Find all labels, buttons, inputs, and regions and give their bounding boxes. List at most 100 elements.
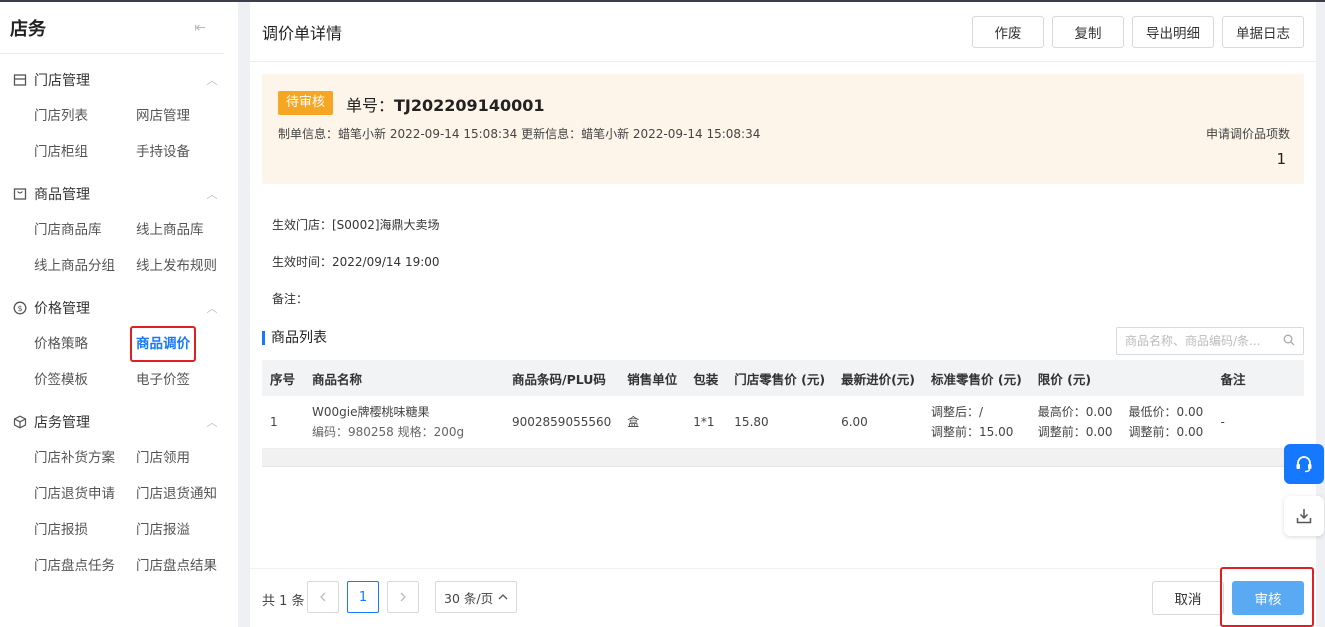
copy-button[interactable]: 复制 [1052, 15, 1124, 48]
goods-search-input[interactable] [1125, 334, 1283, 348]
headset-icon [1296, 456, 1312, 473]
customer-service-button[interactable] [1284, 444, 1324, 484]
sidebar-group-label: 价格管理 [34, 301, 90, 317]
remark: 备注： [272, 292, 309, 306]
page-number-current[interactable]: 1 [347, 581, 379, 613]
order-number: 单号：TJ202209140001 [346, 92, 544, 116]
col-header [1120, 360, 1213, 396]
sidebar-item-handheld[interactable]: 手持设备 [136, 142, 246, 162]
col-header: 包装 [685, 360, 727, 396]
detail-panel: 调价单详情 作废 复制 导出明细 单据日志 待审核 单号：TJ202209140… [250, 2, 1316, 627]
goods-list-title: 商品列表 [262, 331, 327, 345]
sidebar-item-requisition[interactable]: 门店领用 [136, 448, 246, 468]
table-horizontal-scrollbar[interactable] [262, 449, 1304, 467]
cell-store-price: 15.80 [726, 396, 834, 449]
sidebar-item-counter-group[interactable]: 门店柜组 [34, 142, 136, 162]
goods-code-spec: 编码：980258 规格：200g [312, 425, 465, 440]
sidebar-item-online-goods[interactable]: 线上商品库 [136, 220, 246, 240]
order-summary-banner: 待审核 单号：TJ202209140001 制单信息：蜡笔小新 2022-09-… [262, 74, 1304, 184]
col-header: 备注 [1212, 360, 1304, 396]
order-number-label: 单号： [346, 96, 395, 115]
sidebar-item-price-strategy[interactable]: 价格策略 [34, 334, 136, 354]
chevron-up-icon [498, 594, 508, 600]
cell-std-price: 调整后：/ 调整前：15.00 [923, 396, 1030, 449]
sidebar-group-price: $ 价格管理 ︿ 价格策略 商品调价 价签模板 电子价签 [0, 276, 238, 390]
approve-button[interactable]: 审核 [1232, 581, 1304, 615]
max-price-after: 最高价：0.00 [1037, 405, 1113, 420]
chevron-left-icon [320, 592, 326, 602]
sidebar-group-head-ops[interactable]: 店务管理 ︿ [0, 410, 238, 434]
cube-icon [12, 414, 28, 430]
std-price-before: 调整前：15.00 [931, 425, 1014, 440]
next-page-button[interactable] [387, 581, 419, 613]
goods-search-box[interactable] [1116, 327, 1304, 355]
sidebar-item-overflow[interactable]: 门店报溢 [136, 520, 246, 540]
download-icon [1296, 509, 1312, 524]
cell-no: 1 [262, 396, 304, 449]
sidebar-item-store-goods[interactable]: 门店商品库 [34, 220, 136, 240]
col-header: 序号 [262, 360, 304, 396]
total-count: 共 1 条 [262, 594, 305, 609]
sidebar-group-goods: 商品管理 ︿ 门店商品库 线上商品库 线上商品分组 线上发布规则 [0, 162, 238, 276]
effective-store: 生效门店：[S0002]海鼎大卖场 [272, 218, 440, 232]
sidebar-title: 店务 [10, 18, 46, 40]
cell-min-price: 最低价：0.00 调整前：0.00 [1120, 396, 1213, 449]
sidebar-item-price-adjust[interactable]: 商品调价 [130, 326, 246, 362]
void-button[interactable]: 作废 [972, 15, 1044, 48]
sidebar-item-publish-rules[interactable]: 线上发布规则 [136, 256, 246, 276]
sidebar-item-online-store[interactable]: 网店管理 [136, 106, 246, 126]
prev-page-button[interactable] [307, 581, 339, 613]
item-count-label: 申请调价品项数 [1205, 127, 1290, 141]
sidebar-group-head-goods[interactable]: 商品管理 ︿ [0, 182, 238, 206]
cell-last-cost: 6.00 [833, 396, 924, 449]
cell-unit: 盒 [619, 396, 686, 449]
table-row: 1 W00gie牌樱桃味糖果 编码：980258 规格：200g 9002859… [262, 396, 1304, 449]
cell-barcode: 9002859055560 [504, 396, 620, 449]
price-icon: $ [12, 300, 28, 316]
col-header: 销售单位 [619, 360, 686, 396]
item-count-value: 1 [1276, 150, 1286, 168]
goods-table: 序号 商品名称 商品条码/PLU码 销售单位 包装 门店零售价 (元) 最新进价… [262, 360, 1304, 449]
sidebar-item-replenish[interactable]: 门店补货方案 [34, 448, 136, 468]
cell-name: W00gie牌樱桃味糖果 编码：980258 规格：200g [304, 396, 504, 449]
detail-header: 调价单详情 作废 复制 导出明细 单据日志 [250, 2, 1316, 62]
sidebar-group-head-price[interactable]: $ 价格管理 ︿ [0, 296, 238, 320]
order-meta-info: 制单信息：蜡笔小新 2022-09-14 15:08:34 更新信息：蜡笔小新 … [278, 127, 761, 141]
sidebar-group-label: 店务管理 [34, 415, 90, 431]
chevron-up-icon: ︿ [206, 74, 218, 87]
order-number-value: TJ202209140001 [394, 96, 545, 115]
sidebar-item-stocktake-task[interactable]: 门店盘点任务 [34, 556, 136, 576]
sidebar-item-loss[interactable]: 门店报损 [34, 520, 136, 540]
sidebar-item-stocktake-result[interactable]: 门店盘点结果 [136, 556, 246, 576]
sidebar: 店务 ⇤ 门店管理 ︿ 门店列表 网店管理 门店柜组 手持设备 商品管理 ︿ 门… [0, 2, 238, 627]
sidebar-item-online-goods-group[interactable]: 线上商品分组 [34, 256, 136, 276]
approve-highlight: 审核 [1220, 567, 1314, 627]
sidebar-item-store-list[interactable]: 门店列表 [34, 106, 136, 126]
page-size-value: 30 条/页 [444, 590, 494, 606]
page-size-select[interactable]: 30 条/页 [435, 581, 517, 613]
col-header: 商品名称 [304, 360, 504, 396]
sidebar-item-return-apply[interactable]: 门店退货申请 [34, 484, 136, 504]
sidebar-item-label: 商品调价 [130, 326, 196, 362]
download-button[interactable] [1284, 496, 1324, 536]
sidebar-item-label-template[interactable]: 价签模板 [34, 370, 136, 390]
std-price-after: 调整后：/ [931, 405, 984, 420]
col-header: 标准零售价 (元) [923, 360, 1030, 396]
search-icon[interactable] [1283, 334, 1295, 349]
col-header: 门店零售价 (元) [726, 360, 834, 396]
col-header: 最新进价(元) [833, 360, 924, 396]
chevron-up-icon: ︿ [206, 416, 218, 429]
sidebar-item-return-notice[interactable]: 门店退货通知 [136, 484, 246, 504]
min-price-before: 调整前：0.00 [1128, 425, 1204, 440]
sidebar-group-head-store[interactable]: 门店管理 ︿ [0, 68, 238, 92]
page-title: 调价单详情 [262, 23, 343, 43]
col-header: 限价 (元) [1029, 360, 1121, 396]
chevron-up-icon: ︿ [206, 302, 218, 315]
cancel-button[interactable]: 取消 [1152, 581, 1224, 615]
sidebar-group-label: 门店管理 [34, 73, 90, 89]
sidebar-item-e-label[interactable]: 电子价签 [136, 370, 246, 390]
document-log-button[interactable]: 单据日志 [1222, 15, 1304, 48]
export-detail-button[interactable]: 导出明细 [1132, 15, 1214, 48]
chevron-up-icon: ︿ [206, 188, 218, 201]
collapse-sidebar-icon[interactable]: ⇤ [194, 20, 206, 36]
